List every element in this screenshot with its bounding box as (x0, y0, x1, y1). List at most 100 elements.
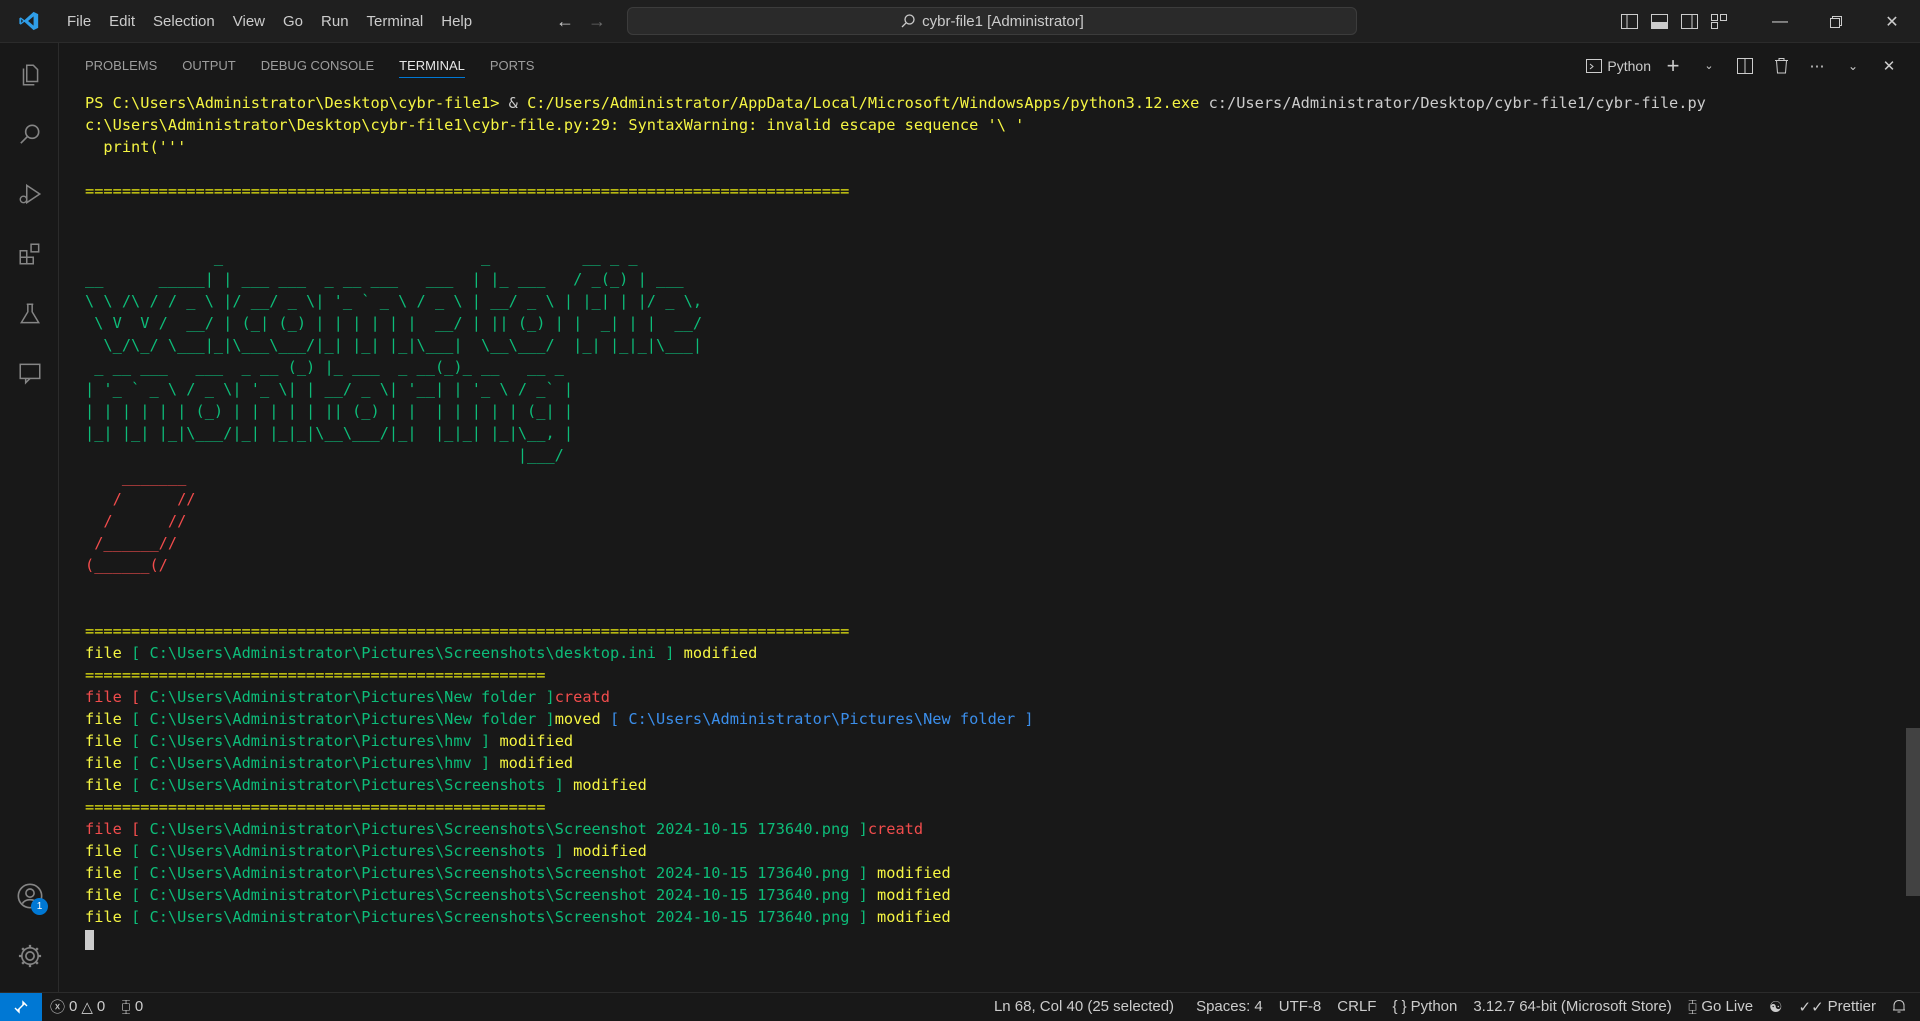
accounts-icon[interactable]: 1 (0, 872, 59, 920)
broadcast-icon: ⧮ (121, 998, 131, 1015)
split-terminal-icon[interactable] (1728, 52, 1762, 80)
tab-output[interactable]: OUTPUT (182, 43, 235, 88)
explorer-icon[interactable] (0, 51, 59, 99)
problems-status[interactable]: ⓧ 0 △ 0 (42, 996, 113, 1017)
close-panel-icon[interactable]: ✕ (1872, 52, 1906, 80)
tab-debug-console[interactable]: DEBUG CONSOLE (261, 43, 374, 88)
go-live-label: Go Live (1701, 998, 1754, 1015)
more-actions-icon[interactable]: ⋯ (1800, 52, 1834, 80)
tab-ports[interactable]: PORTS (490, 43, 535, 88)
terminal-line: file [ C:\Users\Administrator\Pictures\S… (85, 642, 1875, 664)
terminal-text: moved (554, 710, 601, 728)
terminal-text: |_| |_| |_|\___/|_| |_|_|\__\___/|_| |_|… (85, 424, 574, 442)
terminal-line: PS C:\Users\Administrator\Desktop\cybr-f… (85, 92, 1875, 114)
ports-status[interactable]: ⧮ 0 (113, 998, 151, 1015)
terminal-text: file (85, 754, 132, 772)
terminal-text: ========================================… (85, 798, 546, 816)
terminal-line: print(''' (85, 136, 1875, 158)
terminal-text: file (85, 864, 132, 882)
testing-icon[interactable] (0, 290, 59, 338)
tab-terminal[interactable]: TERMINAL (399, 43, 465, 88)
python-interpreter[interactable]: 3.12.7 64-bit (Microsoft Store) (1465, 998, 1679, 1015)
terminal-line: /______// (85, 532, 1875, 554)
menu-help[interactable]: Help (432, 0, 481, 43)
extensions-icon[interactable] (0, 230, 59, 278)
terminal-text: (______(/ (85, 556, 168, 574)
terminal-text: [ C:\Users\Administrator\Pictures\Screen… (131, 644, 675, 662)
terminal-line: | '_ ` _ \ / _ \| '_ \| | __/ _ \| '__| … (85, 378, 1875, 400)
restore-icon[interactable] (1808, 0, 1864, 43)
remote-indicator-icon[interactable] (0, 992, 42, 1021)
menu-selection[interactable]: Selection (144, 0, 224, 43)
terminal-text: | | | | | | (_) | | | | | || (_) | | | |… (85, 402, 574, 420)
end-of-line[interactable]: CRLF (1329, 998, 1384, 1015)
close-window-icon[interactable]: ✕ (1864, 0, 1920, 43)
terminal-scrollbar[interactable] (1906, 728, 1920, 896)
run-debug-icon[interactable] (0, 170, 59, 218)
terminal-cursor (85, 929, 94, 950)
terminal-text: ========================================… (85, 666, 546, 684)
terminal-line: file [ C:\Users\Administrator\Pictures\h… (85, 730, 1875, 752)
menu-run[interactable]: Run (312, 0, 358, 43)
terminal-text: [ C:\Users\Administrator\Pictures\Screen… (131, 886, 868, 904)
menu-file[interactable]: File (58, 0, 100, 43)
terminal-line: file [ C:\Users\Administrator\Pictures\S… (85, 884, 1875, 906)
prettier-button[interactable]: ✓✓ Prettier (1791, 998, 1885, 1016)
tab-problems[interactable]: PROBLEMS (85, 43, 157, 88)
search-icon[interactable] (0, 110, 59, 158)
menu-terminal[interactable]: Terminal (358, 0, 433, 43)
terminal-line: ========================================… (85, 796, 1875, 818)
trash-icon[interactable] (1764, 52, 1798, 80)
terminal-text: [ C:\Users\Administrator\Pictures\hmv ] (131, 754, 491, 772)
indentation[interactable]: Spaces: 4 (1188, 998, 1271, 1015)
terminal-text: file (85, 842, 132, 860)
status-bar: ⓧ 0 △ 0 ⧮ 0 Ln 68, Col 40 (25 selected) … (0, 992, 1920, 1021)
terminal-text: file (85, 886, 132, 904)
terminal-line: |_| |_| |_|\___/|_| |_|_|\__\___/|_| |_|… (85, 422, 1875, 444)
customize-layout-icon[interactable] (1710, 13, 1728, 31)
chevron-down-icon[interactable]: ⌄ (1692, 52, 1726, 80)
terminal-text: PS C:\Users\Administrator\Desktop\cybr-f… (85, 94, 509, 112)
braces-icon: { } (1392, 998, 1407, 1015)
terminal-text: file (85, 908, 132, 926)
terminal-line: __ _____| | ___ ___ _ __ ___ ___ | |_ __… (85, 268, 1875, 290)
warning-icon: △ (81, 998, 93, 1016)
go-live-button[interactable]: ⧮ Go Live (1680, 998, 1761, 1015)
terminal-text: [ C:\Users\Administrator\Pictures\Screen… (131, 842, 564, 860)
settings-gear-icon[interactable] (0, 932, 59, 980)
panel-actions: Python + ⌄ ⋯ ⌄ ✕ (1583, 43, 1920, 88)
terminal-output[interactable]: PS C:\Users\Administrator\Desktop\cybr-f… (85, 92, 1875, 982)
terminal-text: file [ (85, 820, 150, 838)
terminal-text: | '_ ` _ \ / _ \| '_ \| | __/ _ \| '__| … (85, 380, 574, 398)
terminal-profile-button[interactable]: Python (1583, 52, 1654, 80)
menu-edit[interactable]: Edit (100, 0, 144, 43)
terminal-text: file (85, 710, 132, 728)
cursor-position[interactable]: Ln 68, Col 40 (25 selected) (986, 998, 1182, 1015)
new-terminal-plus-icon[interactable]: + (1656, 52, 1690, 80)
encoding[interactable]: UTF-8 (1271, 998, 1330, 1015)
maximize-panel-chevron-icon[interactable]: ⌄ (1836, 52, 1870, 80)
remote-explorer-icon[interactable] (0, 349, 59, 397)
toggle-secondary-sidebar-icon[interactable] (1680, 13, 1698, 31)
minimize-icon[interactable]: — (1752, 0, 1808, 43)
terminal-line: file [ C:\Users\Administrator\Pictures\N… (85, 686, 1875, 708)
command-center-search[interactable]: cybr-file1 [Administrator] (627, 7, 1357, 35)
language-mode[interactable]: { } Python (1384, 998, 1465, 1015)
terminal-text: creatd (554, 688, 610, 706)
toggle-primary-sidebar-icon[interactable] (1620, 13, 1638, 31)
accounts-badge: 1 (31, 898, 48, 915)
search-icon (901, 14, 915, 28)
forward-arrow-icon[interactable]: → (588, 11, 606, 32)
terminal-line: file [ C:\Users\Administrator\Pictures\S… (85, 840, 1875, 862)
terminal-text: print(''' (85, 138, 187, 156)
copilot-icon[interactable]: ☯ (1761, 998, 1790, 1016)
menu-bar: File Edit Selection View Go Run Terminal… (58, 0, 481, 42)
menu-go[interactable]: Go (274, 0, 312, 43)
title-bar: File Edit Selection View Go Run Terminal… (0, 0, 1920, 43)
notifications-bell-icon[interactable] (1884, 999, 1914, 1014)
menu-view[interactable]: View (224, 0, 274, 43)
back-arrow-icon[interactable]: ← (556, 11, 574, 32)
toggle-panel-icon[interactable] (1650, 13, 1668, 31)
terminal-text: modified (490, 754, 574, 772)
